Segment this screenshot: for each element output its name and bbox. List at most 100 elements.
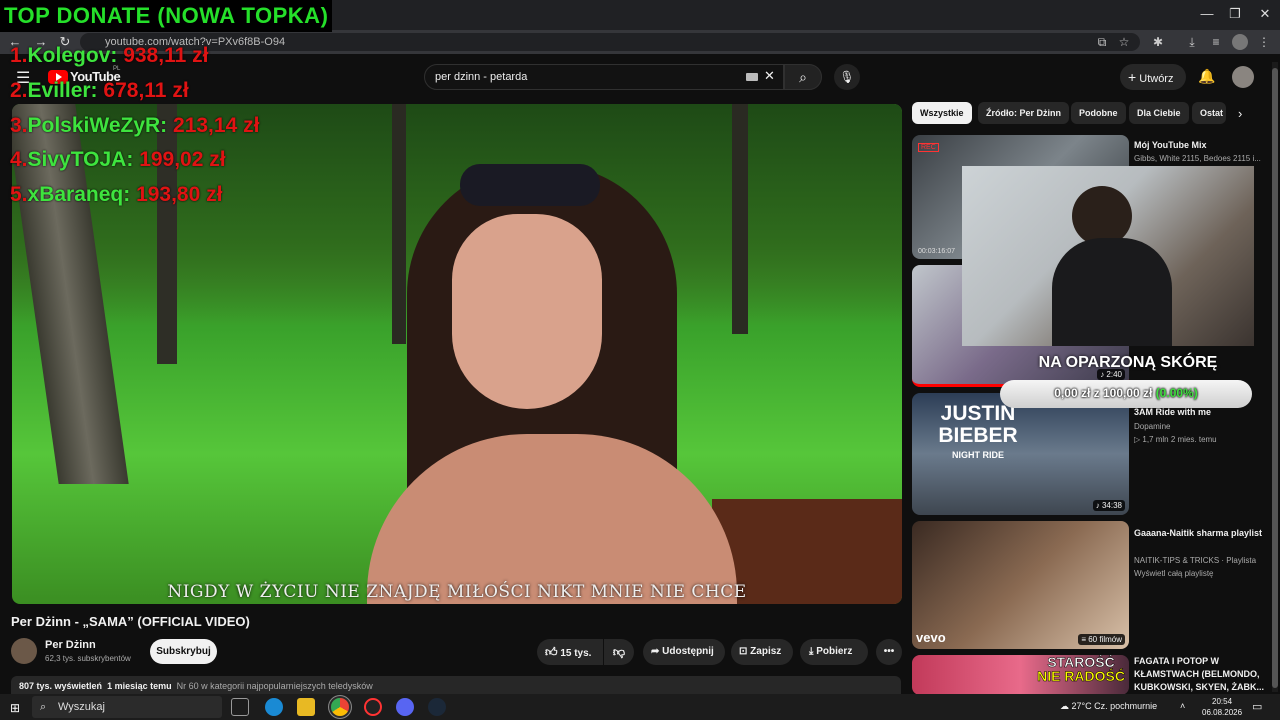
- notification-center-icon[interactable]: ▭: [1252, 700, 1262, 713]
- minimize-icon[interactable]: —: [1192, 4, 1222, 24]
- upload-age: 1 miesiąc temu: [107, 681, 172, 691]
- clear-search-icon[interactable]: ✕: [764, 68, 775, 84]
- create-label: Utwórz: [1139, 73, 1174, 85]
- like-button[interactable]: 👍︎ 15 tys.: [537, 639, 603, 665]
- playlist-count-badge: ≡ 60 filmów: [1078, 634, 1125, 645]
- donate-entry: 5.xBaraneq: 193,80 zł: [10, 183, 223, 206]
- trending-rank: Nr 60 w kategorii najpopularniejszych te…: [176, 681, 373, 691]
- chrome-icon[interactable]: [331, 698, 349, 716]
- search-input[interactable]: per dzinn - petarda: [424, 64, 784, 90]
- recommendation-title[interactable]: Mój YouTube Mix: [1134, 139, 1264, 152]
- streamer-head: [1072, 186, 1132, 246]
- keyboard-icon[interactable]: [746, 73, 758, 81]
- recommendation-thumbnail[interactable]: JUSTIN BIEBER NIGHT RIDE ♪ 34:38: [912, 393, 1129, 515]
- share-button[interactable]: ➦ Udostępnij: [643, 639, 725, 665]
- subscribe-button[interactable]: Subskrybuj: [150, 639, 217, 664]
- download-icon: ⤓: [809, 646, 814, 657]
- system-tray-icon[interactable]: ˄: [1180, 701, 1185, 711]
- chip-recent[interactable]: Ostat: [1192, 102, 1226, 124]
- recommendation-thumbnail[interactable]: STAROŚĆ NIE RADOŚĆ: [912, 655, 1129, 695]
- dislike-button[interactable]: 👎︎: [604, 639, 634, 665]
- recommendation-meta: ▷ 1,7 mln 2 mies. temu: [1134, 435, 1217, 444]
- chip-similar[interactable]: Podobne: [1071, 102, 1126, 124]
- channel-name[interactable]: Per Dżinn: [45, 639, 96, 651]
- video-subtitle: NIGDY W ŻYCIU NIE ZNAJDĘ MIŁOŚCI NIKT MN…: [167, 582, 747, 602]
- obs-icon[interactable]: [364, 698, 382, 716]
- download-label: Pobierz: [816, 646, 853, 657]
- recommendation-channel[interactable]: NAITIK-TIPS & TRICKS · Playlista: [1134, 556, 1264, 565]
- bookmark-star-icon[interactable]: ☆: [1116, 34, 1132, 50]
- discord-icon[interactable]: [396, 698, 414, 716]
- address-bar[interactable]: youtube.com/watch?v=PXv6f8B-O94: [80, 33, 1140, 51]
- view-playlist-link[interactable]: Wyświetl całą playlistę: [1134, 569, 1264, 578]
- taskbar-search-placeholder: Wyszukaj: [58, 701, 105, 713]
- search-icon: ⌕: [799, 69, 807, 85]
- windows-start-icon[interactable]: ⊞: [10, 701, 20, 715]
- recommendation-title[interactable]: FAGATA I POTOP W KŁAMSTWACH (BELMONDO, K…: [1134, 655, 1264, 694]
- rec-badge: REC: [918, 143, 939, 152]
- person-face: [452, 214, 602, 409]
- profile-avatar[interactable]: [1232, 34, 1248, 50]
- description-box[interactable]: 807 tys. wyświetleń 1 miesiąc temu Nr 60…: [11, 676, 901, 696]
- tree-trunk: [732, 104, 748, 334]
- search-value: per dzinn - petarda: [435, 71, 528, 83]
- browser-menu-icon[interactable]: ⋮: [1256, 34, 1272, 50]
- channel-avatar[interactable]: [11, 638, 37, 664]
- save-button[interactable]: ⊡ Zapisz: [731, 639, 793, 665]
- chip-all[interactable]: Wszystkie: [912, 102, 972, 124]
- save-label: Zapisz: [750, 646, 782, 657]
- sunglasses: [460, 164, 600, 206]
- chip-source[interactable]: Źródło: Per Dżinn: [978, 102, 1069, 124]
- tree-trunk: [392, 104, 406, 344]
- page-scrollbar-thumb[interactable]: [1272, 68, 1278, 688]
- thumbs-up-icon: 👍︎: [545, 645, 558, 659]
- video-player[interactable]: NIGDY W ŻYCIU NIE ZNAJDĘ MIŁOŚCI NIKT MN…: [12, 104, 902, 604]
- thumbnail-subtext: NIGHT RIDE: [951, 450, 1004, 460]
- media-icon[interactable]: ≡: [1208, 34, 1224, 50]
- voice-search-button[interactable]: 🎙: [834, 64, 860, 90]
- search-icon: ⌕: [40, 701, 47, 713]
- account-avatar[interactable]: [1232, 66, 1254, 88]
- steam-icon[interactable]: [428, 698, 446, 716]
- goal-progress-text: 0,00 zł z 100,00 zł (0.00%): [1054, 386, 1198, 400]
- share-label: Udostępnij: [662, 646, 714, 657]
- recommendation-title[interactable]: Gaaana-Naitik sharma playlist: [1134, 527, 1264, 540]
- weather-widget[interactable]: ☁ 27°C Cz. pochmurnie: [1060, 701, 1157, 712]
- thumbs-down-icon: 👎︎: [612, 645, 626, 659]
- chip-for-you[interactable]: Dla Ciebie: [1129, 102, 1189, 124]
- share-icon: ➦: [651, 646, 660, 657]
- recommendation-thumbnail[interactable]: vevo ≡ 60 filmów: [912, 521, 1129, 649]
- donate-entry: 3.PolskiWeZyR: 213,14 zł: [10, 114, 260, 137]
- taskbar-search[interactable]: ⌕ Wyszukaj: [32, 696, 222, 718]
- tree-trunk: [157, 104, 177, 364]
- taskbar-clock[interactable]: 20:54 06.08.2026: [1202, 696, 1242, 718]
- close-window-icon[interactable]: ✕: [1250, 4, 1280, 24]
- like-count: 15 tys.: [560, 648, 592, 659]
- extensions-icon[interactable]: ✱: [1150, 34, 1166, 50]
- restore-icon[interactable]: ❐: [1220, 4, 1250, 24]
- more-actions-button[interactable]: •••: [876, 639, 902, 665]
- cast-icon[interactable]: ⧉: [1094, 34, 1110, 50]
- recommendation-meta: Gibbs, White 2115, Bedoes 2115 i...: [1134, 154, 1261, 163]
- notifications-bell-icon[interactable]: 🔔: [1198, 68, 1215, 85]
- streamer-body: [1052, 238, 1172, 346]
- edge-icon[interactable]: [265, 698, 283, 716]
- chevron-right-icon[interactable]: ›: [1238, 106, 1242, 121]
- rec-timecode: 00:03:16:07: [918, 248, 955, 255]
- file-explorer-icon[interactable]: [297, 698, 315, 716]
- recommendation-channel[interactable]: Dopamine: [1134, 422, 1264, 431]
- subscriber-count: 62,3 tys. subskrybentów: [45, 654, 131, 663]
- thumbnail-text: STAROŚĆ NIE RADOŚĆ: [1037, 655, 1125, 684]
- duration-badge: ♪ 34:38: [1092, 500, 1125, 511]
- download-icon[interactable]: ⤓: [1184, 34, 1200, 50]
- create-button[interactable]: + Utwórz: [1120, 64, 1186, 90]
- streamer-webcam: [962, 166, 1254, 346]
- search-button[interactable]: ⌕: [784, 64, 822, 90]
- task-view-icon[interactable]: [231, 698, 249, 716]
- bookmark-icon: ⊡: [739, 646, 748, 657]
- download-button[interactable]: ⤓ Pobierz: [800, 639, 868, 665]
- thumbnail-text: JUSTIN BIEBER: [938, 402, 1018, 447]
- view-count: 807 tys. wyświetleń: [19, 681, 103, 691]
- weather-icon: ☁: [1060, 701, 1069, 711]
- plus-icon: +: [1128, 69, 1137, 85]
